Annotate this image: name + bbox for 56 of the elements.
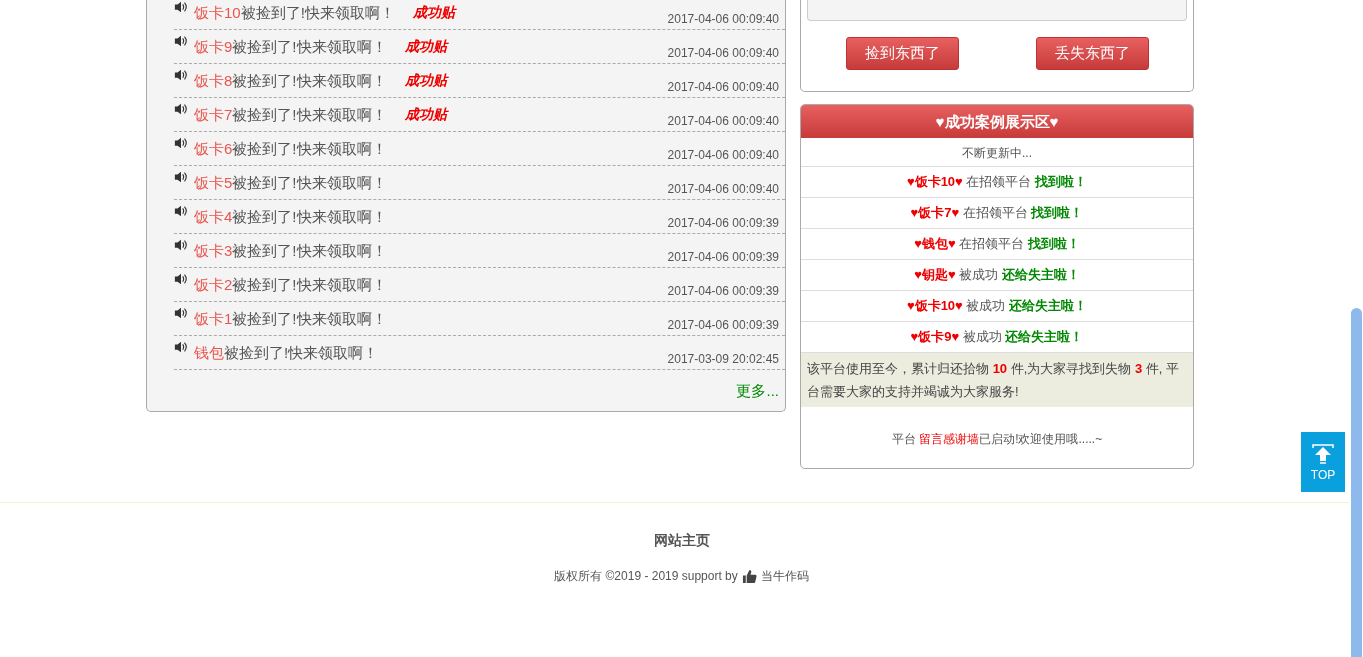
post-time: 2017-04-06 00:09:40 [667,12,779,28]
case-entry: ♥钱包♥ 在招领平台 找到啦！ [801,229,1193,260]
post-time: 2017-04-06 00:09:39 [667,250,779,266]
lost-item-link[interactable]: 饭卡10被捡到了!快来领取啊！ [194,4,395,23]
lost-item-link[interactable]: 饭卡2被捡到了!快来领取啊！ [194,276,387,295]
speaker-icon [174,170,188,184]
lost-item-link[interactable]: 饭卡5被捡到了!快来领取啊！ [194,174,387,193]
success-tag: 成功贴 [412,4,455,22]
copyright-text: 版权所有 ©2019 - 2019 support by [554,568,738,585]
speaker-icon [174,238,188,252]
panel-header: ♥成功案例展示区♥ [801,105,1193,138]
speaker-icon [174,102,188,116]
lost-item-link[interactable]: 饭卡1被捡到了!快来领取啊！ [194,310,387,329]
lost-item-link[interactable]: 钱包被捡到了!快来领取啊！ [194,344,379,363]
success-tag: 成功贴 [404,72,447,90]
author-name: 当牛作码 [760,568,809,585]
post-button[interactable]: 捡到东西了 [845,37,959,70]
speaker-icon [174,136,188,150]
speaker-icon [174,68,188,82]
case-entry: ♥钥匙♥ 被成功 还给失主啦！ [801,260,1193,291]
post-time: 2017-04-06 00:09:39 [667,216,779,232]
post-time: 2017-04-06 00:09:39 [667,284,779,300]
lost-item-link[interactable]: 饭卡7被捡到了!快来领取啊！ [194,106,387,125]
post-button[interactable]: 丢失东西了 [1035,37,1149,70]
post-time: 2017-04-06 00:09:40 [667,80,779,96]
stats-text: 该平台使用至今，累计归还拾物 10 件,为大家寻找到失物 3 件, 平台需要大家的支持并竭诚为大家服务! [801,353,1193,407]
homepage-link[interactable]: 网站主页 [653,532,710,550]
speaker-icon [174,204,188,218]
upload-arrow-icon [1310,442,1336,466]
speaker-icon [174,340,188,354]
lost-item-link[interactable]: 饭卡6被捡到了!快来领取啊！ [194,140,387,159]
thumbs-up-icon [741,569,757,584]
post-time: 2017-04-06 00:09:40 [667,182,779,198]
more-link[interactable]: 更多... [736,382,779,401]
case-entry: ♥饭卡10♥ 在招领平台 找到啦！ [801,167,1193,198]
speaker-icon [174,0,188,14]
speaker-icon [174,272,188,286]
lost-item-link[interactable]: 饭卡9被捡到了!快来领取啊！ [194,38,387,57]
lost-item-link[interactable]: 饭卡3被捡到了!快来领取啊！ [194,242,387,261]
case-entry: ♥饭卡10♥ 被成功 还给失主啦！ [801,291,1193,322]
thanks-wall-link[interactable]: 留言感谢墙 [919,432,980,446]
post-time: 2017-04-06 00:09:40 [667,148,779,164]
post-time: 2017-04-06 00:09:40 [667,46,779,62]
post-time: 2017-04-06 00:09:40 [667,114,779,130]
lost-item-link[interactable]: 饭卡4被捡到了!快来领取啊！ [194,208,387,227]
speaker-icon [174,34,188,48]
success-tag: 成功贴 [404,38,447,56]
case-entry: ♥饭卡7♥ 在招领平台 找到啦！ [801,198,1193,229]
update-note: 不断更新中... [801,138,1193,167]
post-time: 2017-04-06 00:09:39 [667,318,779,334]
wall-note: 平台 留言感谢墙已启动!欢迎使用哦.....~ [890,431,1104,448]
post-time: 2017-03-09 20:02:45 [667,352,779,368]
lost-item-link[interactable]: 饭卡8被捡到了!快来领取啊！ [194,72,387,91]
speaker-icon [174,306,188,320]
success-tag: 成功贴 [404,106,447,124]
scrollbar-thumb[interactable] [1351,308,1362,657]
